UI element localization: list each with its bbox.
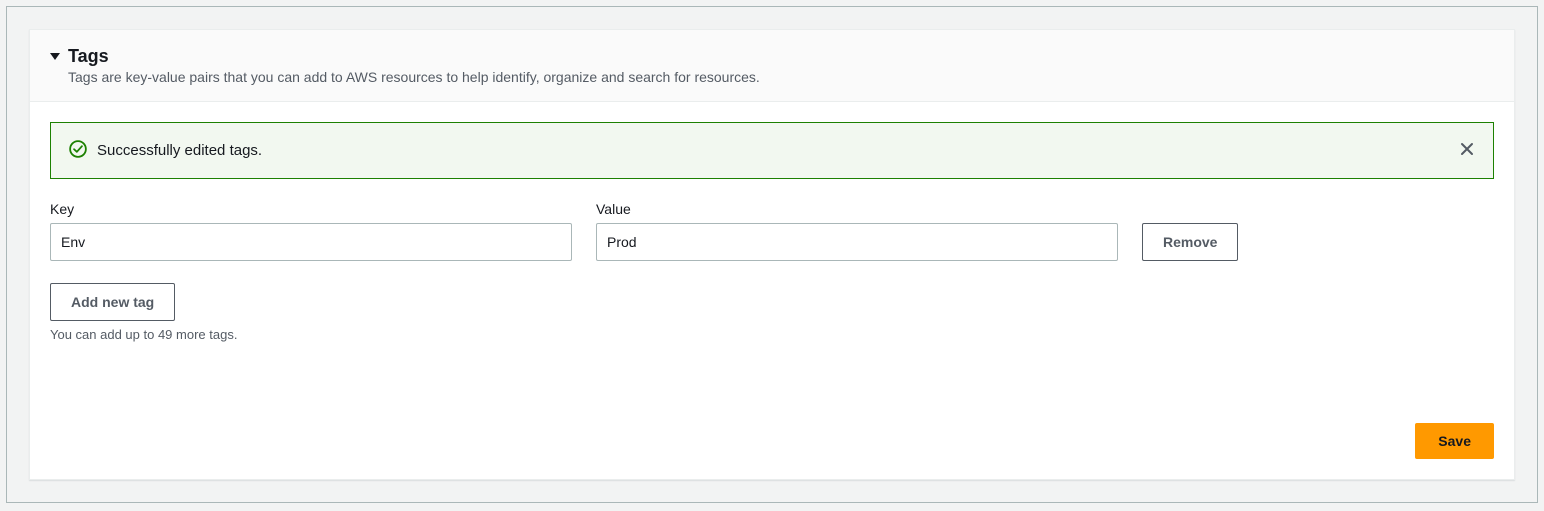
value-column: Value (596, 201, 1118, 261)
remove-column: Remove (1142, 223, 1238, 261)
success-alert: Successfully edited tags. (50, 122, 1494, 179)
panel-description: Tags are key-value pairs that you can ad… (50, 69, 1494, 85)
alert-message: Successfully edited tags. (97, 142, 1445, 159)
tag-row: Key Value Remove (50, 201, 1494, 261)
title-row: Tags (50, 46, 1494, 67)
panel-footer: Save (50, 423, 1494, 459)
add-new-tag-button[interactable]: Add new tag (50, 283, 175, 321)
collapse-caret-icon[interactable] (50, 53, 60, 60)
value-label: Value (596, 201, 1118, 217)
remove-button[interactable]: Remove (1142, 223, 1238, 261)
key-input[interactable] (50, 223, 572, 261)
panel-body: Successfully edited tags. Key Value (30, 102, 1514, 479)
tag-limit-hint: You can add up to 49 more tags. (50, 327, 1494, 342)
save-button[interactable]: Save (1415, 423, 1494, 459)
alert-close-button[interactable] (1455, 137, 1479, 164)
success-check-icon (69, 140, 87, 161)
panel-header: Tags Tags are key-value pairs that you c… (30, 30, 1514, 102)
value-input[interactable] (596, 223, 1118, 261)
tags-panel: Tags Tags are key-value pairs that you c… (29, 29, 1515, 480)
key-label: Key (50, 201, 572, 217)
close-icon (1459, 141, 1475, 160)
panel-title: Tags (68, 46, 109, 67)
key-column: Key (50, 201, 572, 261)
page-frame: Tags Tags are key-value pairs that you c… (6, 6, 1538, 503)
